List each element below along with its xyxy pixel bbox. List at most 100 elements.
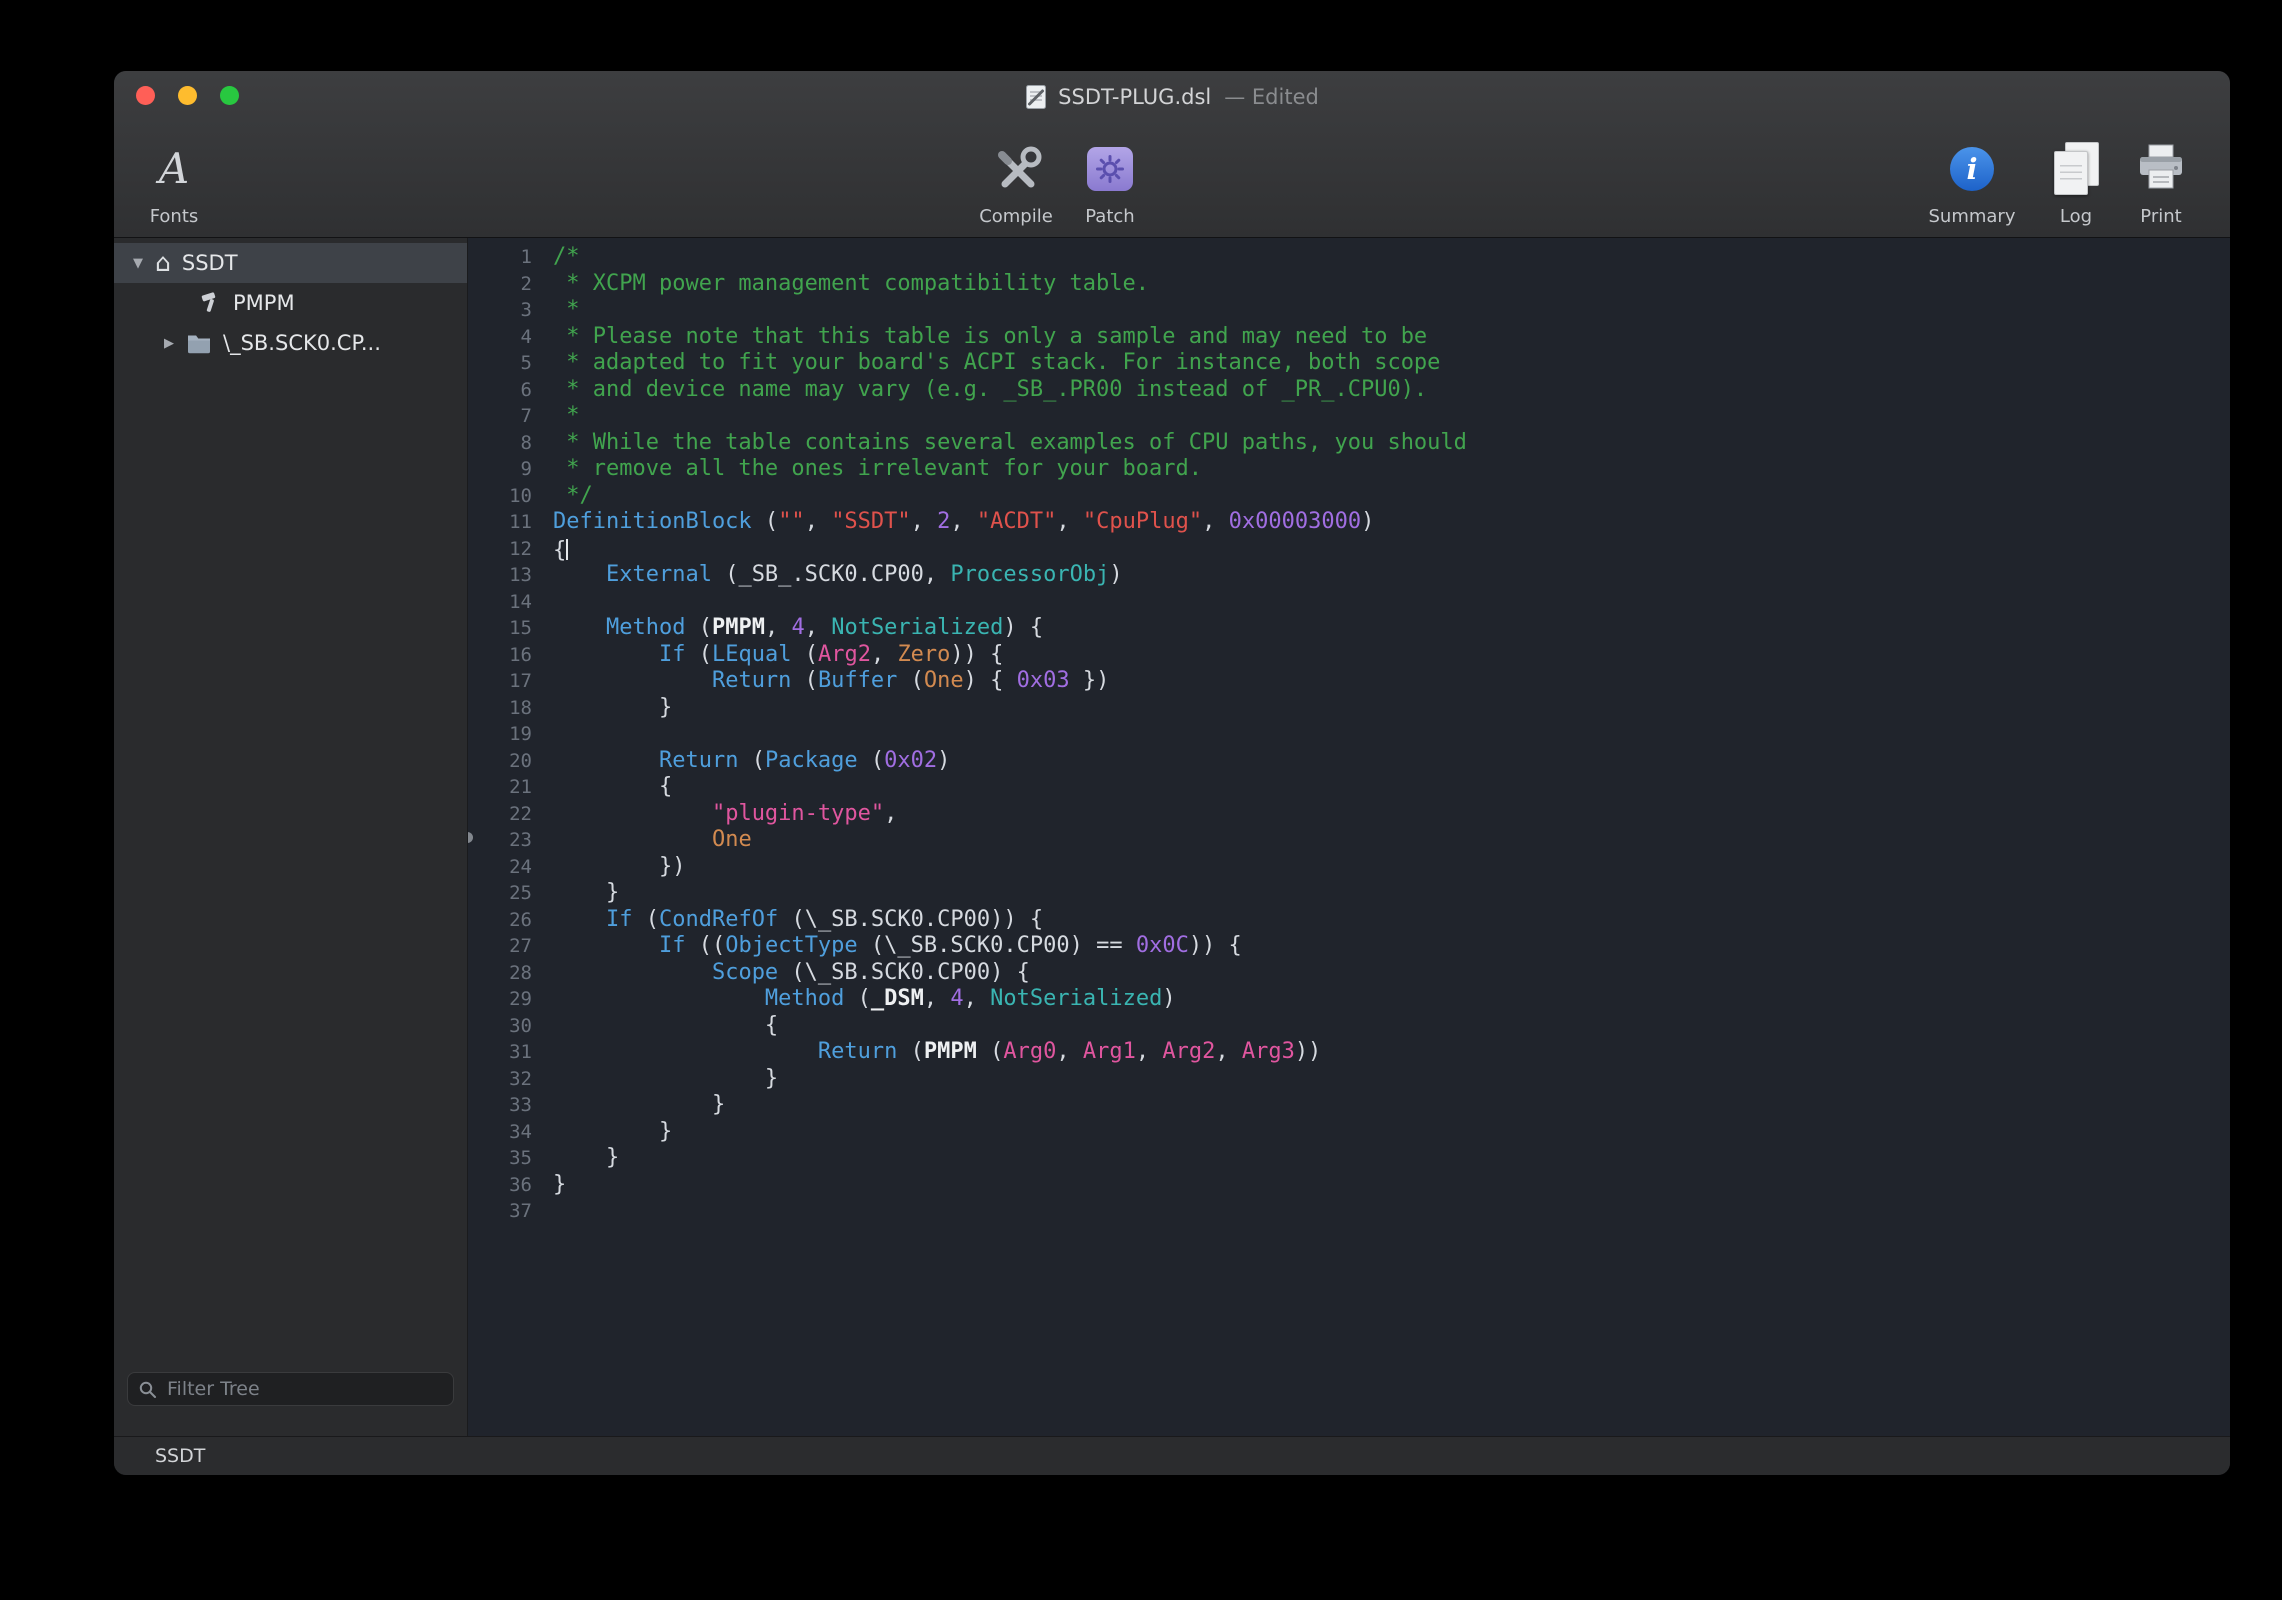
code-line: 37 xyxy=(468,1198,2230,1225)
traffic-lights xyxy=(114,86,239,105)
code-line: 5 * adapted to fit your board's ACPI sta… xyxy=(468,350,2230,377)
code-line: 8 * While the table contains several exa… xyxy=(468,430,2230,457)
line-number: 1 xyxy=(468,244,532,271)
line-number: 23 xyxy=(468,827,532,854)
line-number: 26 xyxy=(468,907,532,934)
tree-item-label: \_SB.SCK0.CP... xyxy=(223,331,381,355)
line-number: 37 xyxy=(468,1198,532,1225)
line-number: 6 xyxy=(468,377,532,404)
line-number: 30 xyxy=(468,1013,532,1040)
line-number: 17 xyxy=(468,668,532,695)
log-pages-icon xyxy=(2053,142,2099,196)
print-label: Print xyxy=(2140,206,2181,227)
code-line: 7 * xyxy=(468,403,2230,430)
status-bar: SSDT xyxy=(114,1436,2230,1475)
tree-item-pmpm[interactable]: PMPM xyxy=(114,283,467,323)
code-line: 35 } xyxy=(468,1145,2230,1172)
document-icon xyxy=(1025,84,1047,110)
filter-tree-input[interactable] xyxy=(165,1377,443,1401)
tree-item-label: PMPM xyxy=(233,291,295,315)
code-line: 26 If (CondRefOf (\_SB.SCK0.CP00)) { xyxy=(468,907,2230,934)
line-number: 25 xyxy=(468,880,532,907)
code-line: 33 } xyxy=(468,1092,2230,1119)
folder-icon xyxy=(186,332,212,354)
code-line: 34 } xyxy=(468,1119,2230,1146)
line-number: 35 xyxy=(468,1145,532,1172)
titlebar: SSDT-PLUG.dsl — Edited xyxy=(114,71,2230,119)
code-line: 36} xyxy=(468,1172,2230,1199)
filter-tree-field[interactable] xyxy=(127,1372,454,1406)
tree-item-sb-sck0[interactable]: ▶ \_SB.SCK0.CP... xyxy=(114,323,467,363)
line-number: 27 xyxy=(468,933,532,960)
code-line: 28 Scope (\_SB.SCK0.CP00) { xyxy=(468,960,2230,987)
line-number: 31 xyxy=(468,1039,532,1066)
code-line: 9 * remove all the ones irrelevant for y… xyxy=(468,456,2230,483)
code-line: 16 If (LEqual (Arg2, Zero)) { xyxy=(468,642,2230,669)
code-line: 6 * and device name may vary (e.g. _SB_.… xyxy=(468,377,2230,404)
zoom-button[interactable] xyxy=(220,86,239,105)
disclosure-closed-icon[interactable]: ▶ xyxy=(161,336,177,351)
code-line: 11DefinitionBlock ("", "SSDT", 2, "ACDT"… xyxy=(468,509,2230,536)
code-line: 2 * XCPM power management compatibility … xyxy=(468,271,2230,298)
info-icon: i xyxy=(1950,147,1994,191)
code-line: 13 External (_SB_.SCK0.CP00, ProcessorOb… xyxy=(468,562,2230,589)
code-line: 15 Method (PMPM, 4, NotSerialized) { xyxy=(468,615,2230,642)
log-button[interactable]: Log xyxy=(2038,127,2114,227)
app-window: SSDT-PLUG.dsl — Edited A Fonts xyxy=(114,71,2230,1475)
line-number: 12 xyxy=(468,536,532,563)
compile-icon xyxy=(988,139,1044,199)
code-line: 3 * xyxy=(468,297,2230,324)
code-editor[interactable]: 1/*2 * XCPM power management compatibili… xyxy=(468,238,2230,1436)
code-lines: 1/*2 * XCPM power management compatibili… xyxy=(468,244,2230,1225)
compile-label: Compile xyxy=(979,206,1053,227)
line-number: 11 xyxy=(468,509,532,536)
code-line: 31 Return (PMPM (Arg0, Arg1, Arg2, Arg3)… xyxy=(468,1039,2230,1066)
sidebar: ▼ ⌂ SSDT PMPM ▶ xyxy=(114,238,468,1436)
minimize-button[interactable] xyxy=(178,86,197,105)
compile-button[interactable]: Compile xyxy=(954,127,1078,227)
window-title: SSDT-PLUG.dsl xyxy=(1058,85,1211,109)
line-number: 16 xyxy=(468,642,532,669)
toolbar: A Fonts Compile xyxy=(114,119,2230,237)
text-cursor xyxy=(566,539,568,560)
code-line: 27 If ((ObjectType (\_SB.SCK0.CP00) == 0… xyxy=(468,933,2230,960)
line-number: 28 xyxy=(468,960,532,987)
house-icon: ⌂ xyxy=(155,250,171,275)
code-line: 23 One xyxy=(468,827,2230,854)
patch-label: Patch xyxy=(1085,206,1134,227)
code-line: 29 Method (_DSM, 4, NotSerialized) xyxy=(468,986,2230,1013)
code-line: 19 xyxy=(468,721,2230,748)
code-line: 25 } xyxy=(468,880,2230,907)
print-button[interactable]: Print xyxy=(2118,127,2204,227)
line-number: 13 xyxy=(468,562,532,589)
tree-item-label: SSDT xyxy=(182,251,238,275)
line-number: 3 xyxy=(468,297,532,324)
status-text: SSDT xyxy=(155,1445,205,1467)
printer-icon xyxy=(2134,139,2188,199)
line-number: 8 xyxy=(468,430,532,457)
line-number: 14 xyxy=(468,589,532,616)
window-title-area: SSDT-PLUG.dsl — Edited xyxy=(114,71,2230,123)
disclosure-open-icon[interactable]: ▼ xyxy=(130,256,146,271)
close-button[interactable] xyxy=(136,86,155,105)
log-label: Log xyxy=(2060,206,2092,227)
line-number: 2 xyxy=(468,271,532,298)
window-edited-badge: — Edited xyxy=(1224,85,1319,109)
code-line: 4 * Please note that this table is only … xyxy=(468,324,2230,351)
patch-button[interactable]: Patch xyxy=(1062,127,1158,227)
summary-button[interactable]: i Summary xyxy=(1920,127,2024,227)
line-number: 36 xyxy=(468,1172,532,1199)
window-header: SSDT-PLUG.dsl — Edited A Fonts xyxy=(114,71,2230,238)
code-line: 21 { xyxy=(468,774,2230,801)
code-line: 24 }) xyxy=(468,854,2230,881)
tree-item-ssdt[interactable]: ▼ ⌂ SSDT xyxy=(114,243,467,283)
code-line: 18 } xyxy=(468,695,2230,722)
line-number: 20 xyxy=(468,748,532,775)
code-line: 10 */ xyxy=(468,483,2230,510)
fonts-icon: A xyxy=(159,148,189,190)
code-line: 22 "plugin-type", xyxy=(468,801,2230,828)
line-number: 5 xyxy=(468,350,532,377)
main-area: ▼ ⌂ SSDT PMPM ▶ xyxy=(114,238,2230,1436)
fonts-button[interactable]: A Fonts xyxy=(130,127,218,227)
line-number: 21 xyxy=(468,774,532,801)
